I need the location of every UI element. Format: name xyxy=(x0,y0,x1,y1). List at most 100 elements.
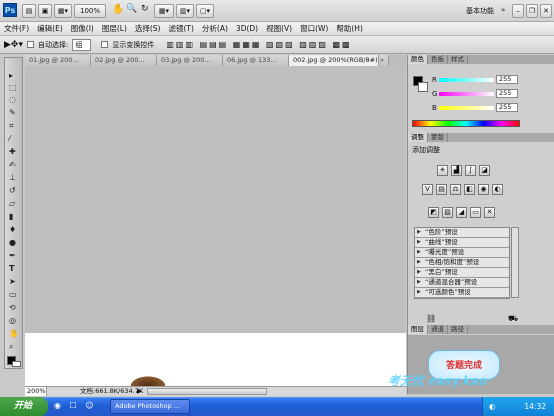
menu-image[interactable]: 图像(I) xyxy=(67,23,98,34)
bridge-icon[interactable]: ▣ xyxy=(38,4,52,18)
vibrance-icon[interactable]: V xyxy=(422,184,433,195)
file-browser-icon[interactable]: ▤ xyxy=(22,4,36,18)
reset-icon[interactable]: ⛟ xyxy=(508,314,518,324)
menu-file[interactable]: 文件(F) xyxy=(0,23,33,34)
crop-tool-icon[interactable]: ⌗ xyxy=(9,120,14,131)
doc-tab[interactable]: 03.jpg @ 200... xyxy=(157,55,223,66)
quicklaunch-icons[interactable]: ◉ ☐ ☺ xyxy=(54,401,97,410)
menu-window[interactable]: 窗口(W) xyxy=(296,23,332,34)
posterize-icon[interactable]: ▨ xyxy=(442,207,453,218)
adjust-panel-scrollbar[interactable] xyxy=(511,227,519,298)
tabs-overflow-icon[interactable]: » xyxy=(379,55,389,66)
preset-channel-mixer[interactable]: “通道混合器”预设 xyxy=(415,278,509,288)
gradient-map-icon[interactable]: ▭ xyxy=(470,207,481,218)
photo-filter-icon[interactable]: ◉ xyxy=(478,184,489,195)
eyedropper-tool-icon[interactable]: ⁄ xyxy=(9,133,10,144)
type-tool-icon[interactable]: T xyxy=(9,263,14,274)
menu-select[interactable]: 选择(S) xyxy=(131,23,165,34)
lasso-tool-icon[interactable]: ◌ xyxy=(9,94,16,105)
channel-r-slider[interactable] xyxy=(439,78,494,82)
show-transform-checkbox[interactable] xyxy=(101,41,109,48)
path-select-icon[interactable]: ➤ xyxy=(9,276,16,287)
menu-analysis[interactable]: 分析(A) xyxy=(198,23,232,34)
preset-hue-saturation[interactable]: “色相/饱和度”预设 xyxy=(415,258,509,268)
auto-select-checkbox[interactable] xyxy=(26,41,34,48)
align-icons[interactable]: ▥▥▥ ▤▤▤ ▦▦▦ ▧▧▧ ▨▨▨ ▩▩ xyxy=(166,40,351,49)
tab-layers[interactable]: 图层 xyxy=(408,325,428,334)
3d-rotate-icon[interactable]: ⟲ xyxy=(9,302,16,313)
color-spectrum-bar[interactable] xyxy=(412,120,520,127)
rotate-icon[interactable]: ↻ xyxy=(141,4,149,14)
menu-layer[interactable]: 图层(L) xyxy=(98,23,131,34)
document-canvas[interactable] xyxy=(25,333,406,386)
tab-paths[interactable]: 路径 xyxy=(448,325,468,334)
channel-b-slider[interactable] xyxy=(439,106,494,110)
healing-brush-icon[interactable]: ✚ xyxy=(9,146,16,157)
levels-icon[interactable]: ▟ xyxy=(451,165,462,176)
preset-black-white[interactable]: “黑白”预设 xyxy=(415,268,509,278)
hand-tool-icon[interactable]: ✋ xyxy=(9,328,19,339)
doc-tab[interactable]: 02.jpg @ 200... xyxy=(91,55,157,66)
channel-g-slider[interactable] xyxy=(439,92,494,96)
color-balance-icon[interactable]: ⚖ xyxy=(450,184,461,195)
status-arrow-icon[interactable]: ▶ xyxy=(137,387,142,396)
tray-icon[interactable]: ◐ xyxy=(489,397,496,416)
move-tool-icon[interactable]: ▸ xyxy=(9,70,13,81)
taskbar-photoshop[interactable]: Adobe Photoshop ... xyxy=(110,399,190,414)
minimize-button[interactable]: – xyxy=(512,4,524,18)
tab-color[interactable]: 颜色 xyxy=(408,55,428,64)
channel-r-value[interactable]: 255 xyxy=(496,75,518,84)
horizontal-scrollbar[interactable] xyxy=(147,388,267,395)
channel-b-value[interactable]: 255 xyxy=(496,103,518,112)
guides-dropdown[interactable]: ▦▾ xyxy=(54,4,72,18)
preset-levels[interactable]: “色阶”预设 xyxy=(415,228,509,238)
workspace-switcher[interactable]: 基本功能 xyxy=(466,6,494,16)
start-button[interactable]: 开始 xyxy=(0,397,48,416)
brightness-contrast-icon[interactable]: ☀ xyxy=(437,165,448,176)
close-button[interactable]: ✕ xyxy=(540,4,552,18)
shape-tool-icon[interactable]: ▭ xyxy=(9,289,17,300)
screen-mode-dropdown[interactable]: ▢▾ xyxy=(196,4,214,18)
auto-select-dropdown[interactable]: 组 xyxy=(72,38,92,51)
tab-swatches[interactable]: 色板 xyxy=(428,55,448,64)
menu-filter[interactable]: 滤镜(T) xyxy=(165,23,198,34)
hue-saturation-icon[interactable]: ▤ xyxy=(436,184,447,195)
doc-tab-active[interactable]: 002.jpg @ 200%(RGB/8#) xyxy=(289,55,379,66)
invert-icon[interactable]: ◩ xyxy=(428,207,439,218)
workspace-chevron-icon[interactable]: » xyxy=(501,6,505,14)
blur-tool-icon[interactable]: ♦ xyxy=(9,224,16,235)
hand-icon[interactable]: ✋ xyxy=(112,4,124,15)
dodge-tool-icon[interactable]: ● xyxy=(9,237,16,248)
zoom-tool-icon[interactable]: ⌕ xyxy=(9,341,13,352)
channel-g-value[interactable]: 255 xyxy=(496,89,518,98)
curves-icon[interactable]: ∫ xyxy=(465,165,476,176)
bg-color-chip[interactable] xyxy=(418,82,428,92)
pen-tool-icon[interactable]: ✒ xyxy=(9,250,16,261)
marquee-tool-icon[interactable]: ⬚ xyxy=(9,82,17,93)
tab-channels[interactable]: 通道 xyxy=(428,325,448,334)
gradient-tool-icon[interactable]: ▮ xyxy=(9,211,13,222)
tab-masks[interactable]: 蒙版 xyxy=(428,133,448,142)
stamp-tool-icon[interactable]: ⊥ xyxy=(9,172,16,183)
restore-button[interactable]: ❐ xyxy=(526,4,538,18)
preset-curves[interactable]: “曲线”预设 xyxy=(415,238,509,248)
selective-color-icon[interactable]: ✕ xyxy=(484,207,495,218)
doc-tab[interactable]: 06.jpg @ 133... xyxy=(223,55,289,66)
grid-dropdown[interactable]: ▦▾ xyxy=(154,4,174,18)
eraser-tool-icon[interactable]: ▱ xyxy=(9,198,15,209)
3d-orbit-icon[interactable]: ◎ xyxy=(9,315,16,326)
status-zoom[interactable]: 200% xyxy=(25,387,47,396)
menu-3d[interactable]: 3D(D) xyxy=(232,24,262,33)
menu-edit[interactable]: 编辑(E) xyxy=(33,23,67,34)
quick-select-tool-icon[interactable]: ✎ xyxy=(9,107,16,118)
exposure-icon[interactable]: ◪ xyxy=(479,165,490,176)
threshold-icon[interactable]: ◢ xyxy=(456,207,467,218)
background-color-swatch[interactable] xyxy=(12,361,21,367)
menu-view[interactable]: 视图(V) xyxy=(262,23,296,34)
move-tool-icon[interactable]: ▶✥▾ xyxy=(4,40,23,50)
preset-selective-color[interactable]: “可选颜色”预设 xyxy=(415,288,509,298)
brush-tool-icon[interactable]: ✍ xyxy=(9,159,16,170)
clip-icon[interactable]: ⛓ xyxy=(426,314,436,323)
tab-adjustments[interactable]: 调整 xyxy=(408,133,428,142)
doc-tab[interactable]: 01.jpg @ 200... xyxy=(25,55,91,66)
